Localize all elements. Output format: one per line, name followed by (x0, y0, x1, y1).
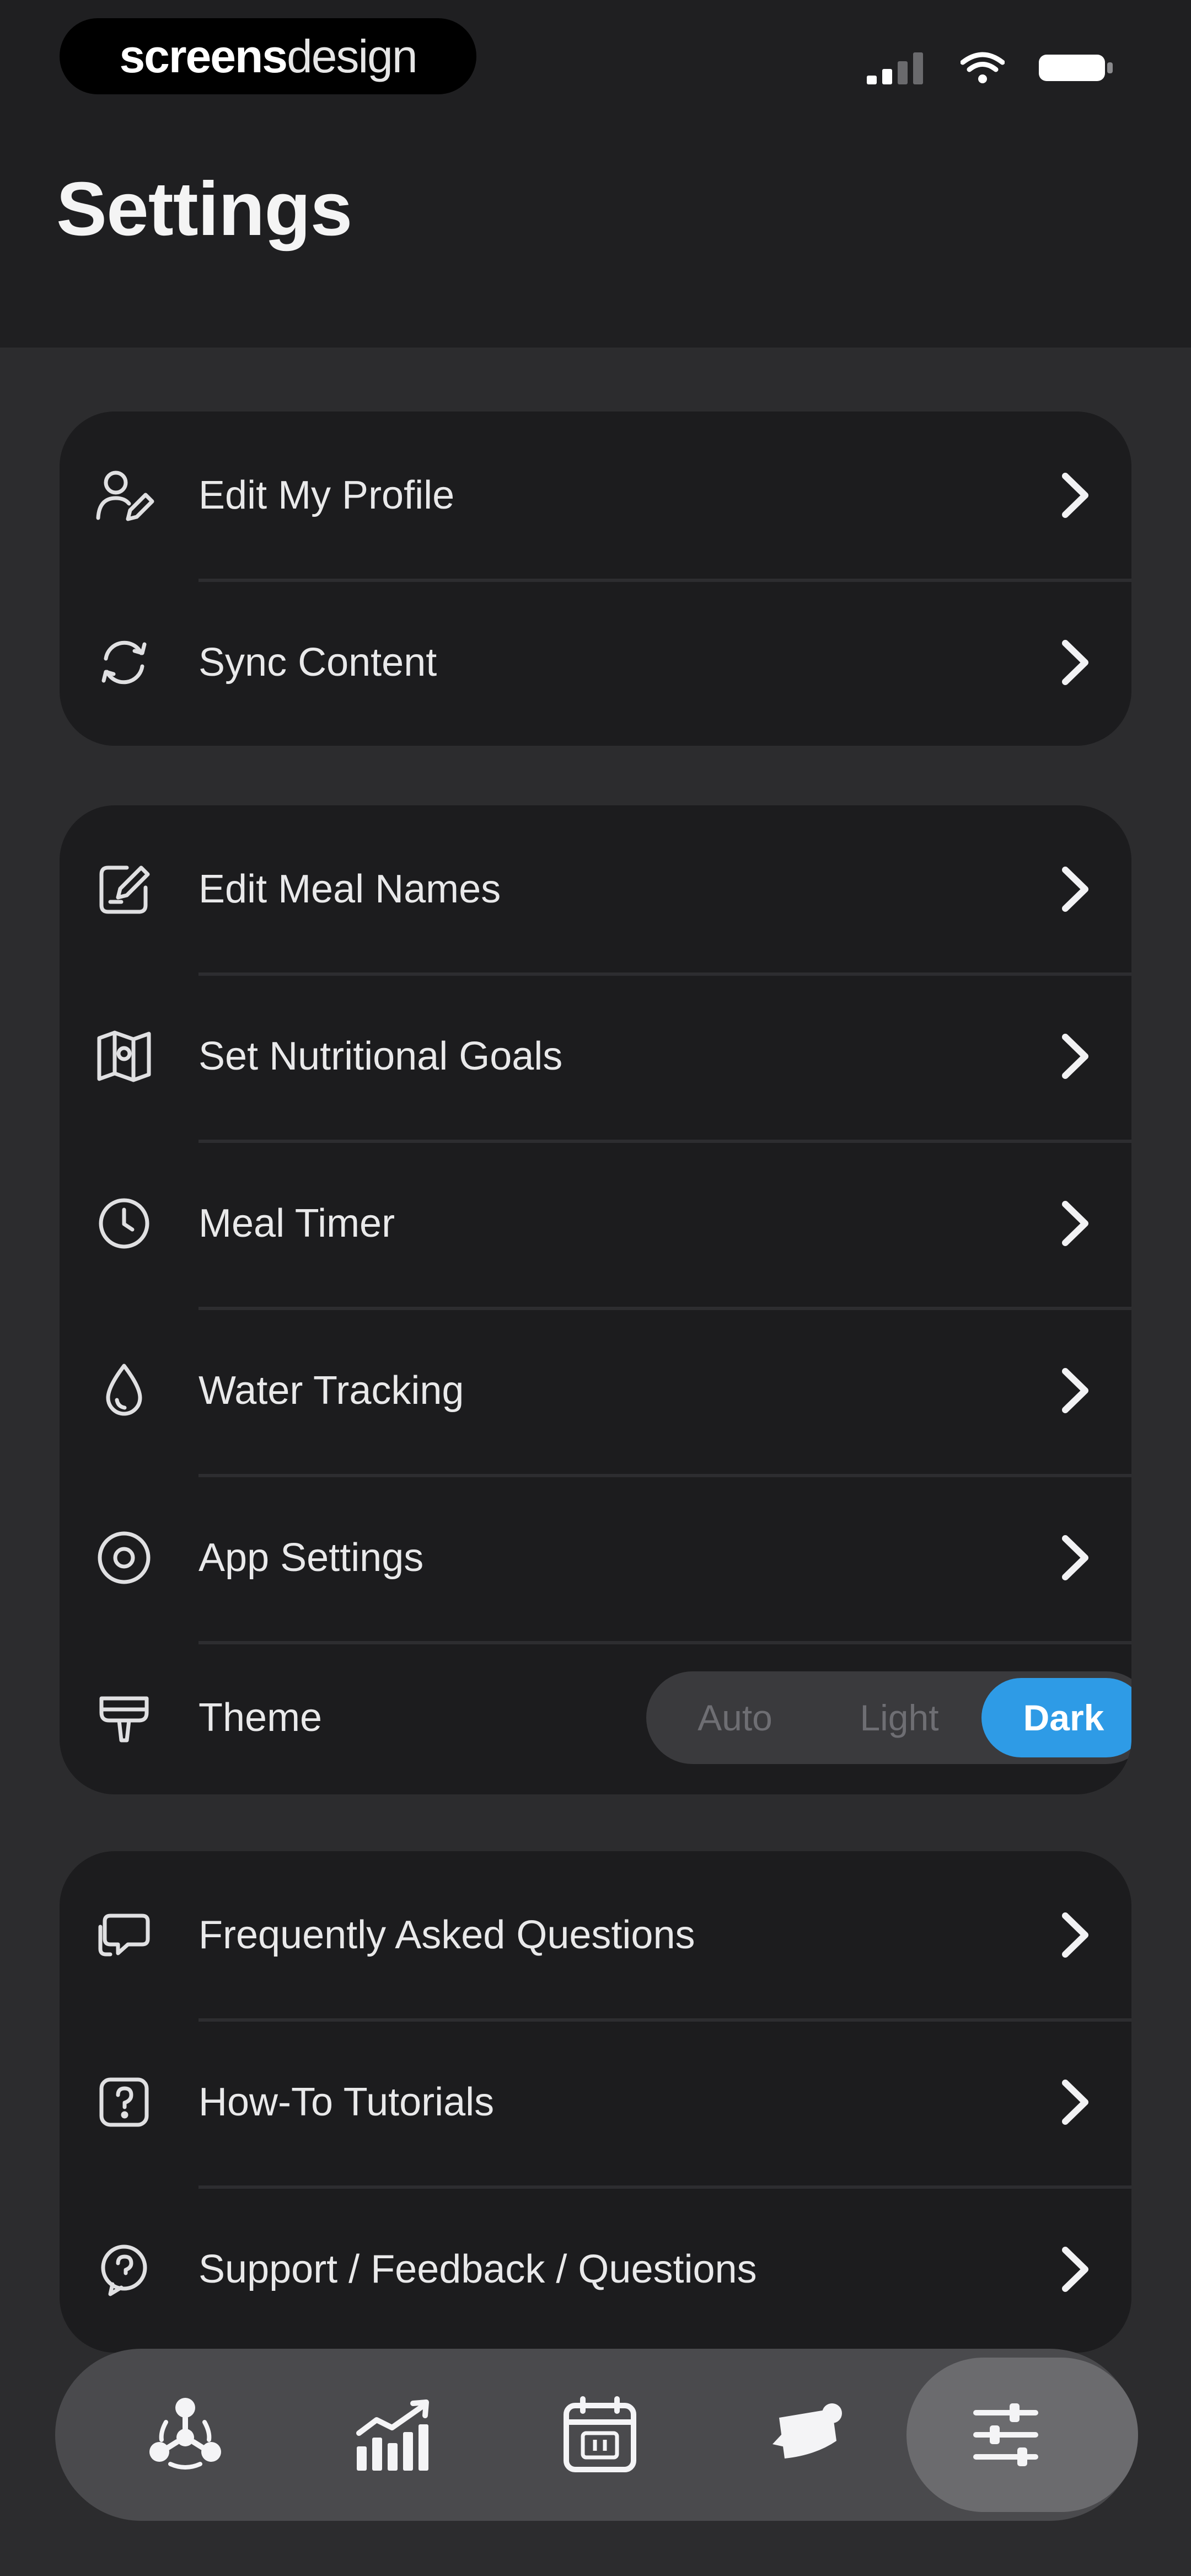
theme-option-light[interactable]: Light (817, 1678, 981, 1757)
edit-meal-names-row[interactable]: Edit Meal Names (60, 805, 1131, 972)
settings-screen: screens design Settings Edit My Profile … (0, 0, 1191, 2576)
theme-row: Theme Auto Light Dark (60, 1641, 1131, 1794)
meal-timer-row[interactable]: Meal Timer (60, 1140, 1131, 1307)
profile-edit-icon (94, 465, 154, 526)
calendar-icon (564, 2396, 636, 2472)
signal-icon (867, 52, 923, 84)
support-icon (94, 2239, 154, 2300)
chevron-right-icon (1062, 1535, 1088, 1580)
sync-icon (94, 632, 154, 693)
set-nutritional-goals-row[interactable]: Set Nutritional Goals (60, 972, 1131, 1140)
sync-content-row[interactable]: Sync Content (60, 579, 1131, 746)
tab-progress[interactable] (285, 2349, 501, 2521)
account-settings-group: Edit My Profile Sync Content (60, 411, 1131, 746)
app-settings-row[interactable]: App Settings (60, 1474, 1131, 1641)
how-to-tutorials-label: How-To Tutorials (198, 2080, 495, 2124)
progress-chart-icon (356, 2399, 429, 2471)
theme-option-dark[interactable]: Dark (981, 1678, 1131, 1757)
status-icons (867, 49, 1115, 87)
edit-profile-label: Edit My Profile (198, 473, 455, 517)
chevron-right-icon (1062, 1033, 1088, 1079)
app-settings-label: App Settings (198, 1535, 424, 1580)
chevron-right-icon (1062, 639, 1088, 685)
support-label: Support / Feedback / Questions (198, 2247, 757, 2291)
set-nutritional-goals-label: Set Nutritional Goals (198, 1034, 563, 1078)
chevron-right-icon (1062, 1200, 1088, 1246)
faq-row[interactable]: Frequently Asked Questions (60, 1851, 1131, 2018)
faq-icon (94, 1905, 154, 1965)
theme-icon (94, 1687, 154, 1748)
page-title: Settings (56, 167, 352, 252)
tab-food[interactable] (699, 2349, 915, 2521)
chevron-right-icon (1062, 472, 1088, 518)
chevron-right-icon (1062, 2079, 1088, 2125)
theme-segmented-control: Auto Light Dark (646, 1671, 1131, 1764)
sync-content-label: Sync Content (198, 640, 437, 685)
faq-label: Frequently Asked Questions (198, 1912, 695, 1957)
edit-note-icon (94, 859, 154, 920)
brand-logo: screens design (60, 18, 476, 94)
help-group: Frequently Asked Questions How-To Tutori… (60, 1851, 1131, 2353)
app-preferences-group: Edit Meal Names Set Nutritional Goals Me… (60, 805, 1131, 1794)
header: screens design Settings (0, 0, 1191, 348)
water-tracking-label: Water Tracking (198, 1368, 464, 1413)
chevron-right-icon (1062, 1367, 1088, 1413)
theme-label: Theme (198, 1696, 323, 1740)
water-drop-icon (94, 1360, 154, 1421)
tutorial-icon (94, 2072, 154, 2133)
goals-icon (94, 1026, 154, 1087)
tab-settings[interactable] (898, 2349, 1138, 2521)
edit-profile-row[interactable]: Edit My Profile (60, 411, 1131, 579)
food-icon (772, 2403, 842, 2459)
clock-icon (94, 1193, 154, 1254)
battery-icon (1039, 55, 1113, 81)
edit-meal-names-label: Edit Meal Names (198, 867, 501, 911)
theme-option-auto[interactable]: Auto (653, 1678, 817, 1757)
chevron-right-icon (1062, 866, 1088, 912)
settings-sliders-icon (973, 2403, 1038, 2466)
tab-calendar[interactable] (492, 2349, 708, 2521)
how-to-tutorials-row[interactable]: How-To Tutorials (60, 2018, 1131, 2185)
chevron-right-icon (1062, 2246, 1088, 2292)
support-row[interactable]: Support / Feedback / Questions (60, 2185, 1131, 2353)
tab-nutrients[interactable] (77, 2349, 293, 2521)
nutrients-icon (149, 2398, 221, 2470)
water-tracking-row[interactable]: Water Tracking (60, 1307, 1131, 1474)
chevron-right-icon (1062, 1912, 1088, 1958)
wifi-icon (961, 52, 1005, 83)
brand-text-bold: screens (119, 30, 288, 82)
meal-timer-label: Meal Timer (198, 1201, 395, 1246)
tab-bar (55, 2349, 1138, 2521)
app-settings-icon (94, 1527, 154, 1588)
brand-text-light: design (287, 30, 418, 82)
